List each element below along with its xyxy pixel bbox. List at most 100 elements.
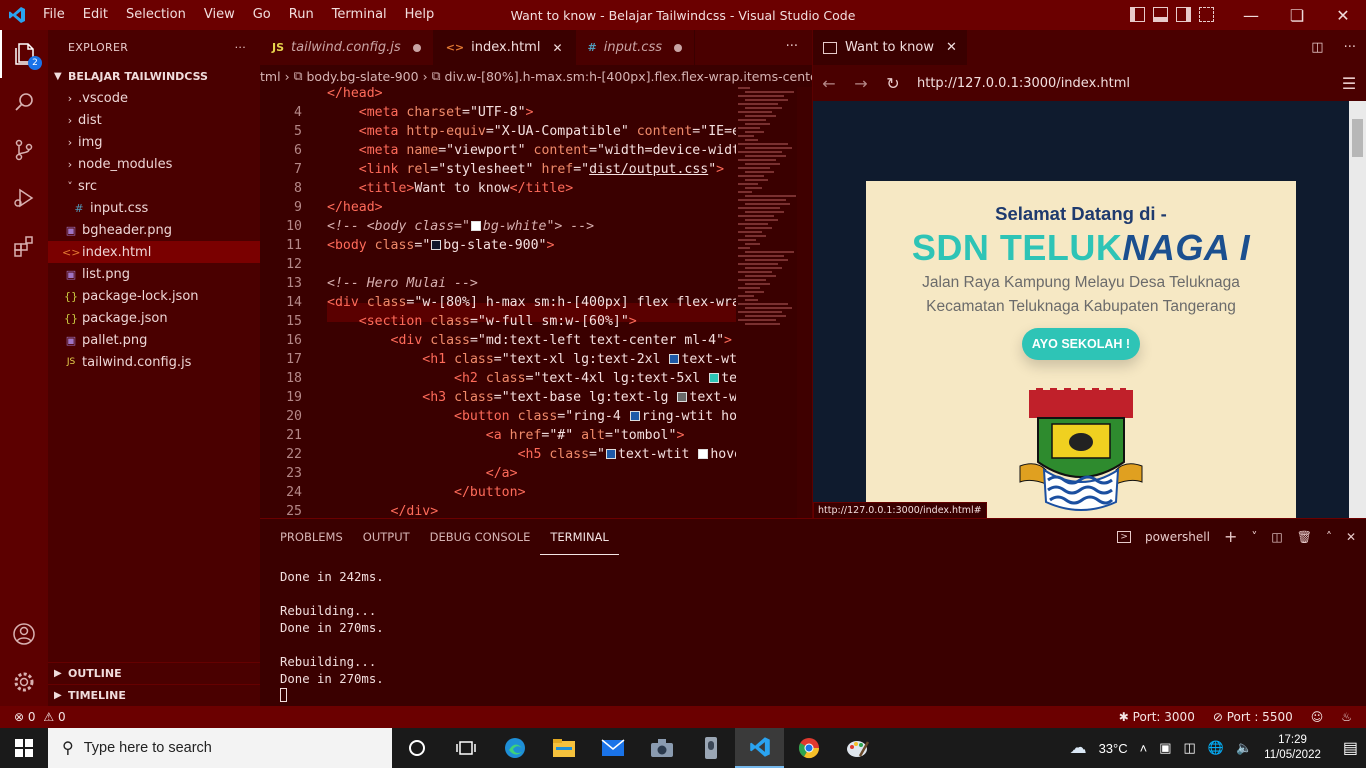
panel-tab[interactable]: OUTPUT — [353, 519, 420, 555]
voice-recorder-icon[interactable] — [686, 728, 735, 768]
timeline-section[interactable]: ▶ TIMELINE — [48, 684, 260, 706]
volume-icon[interactable]: 🔈 — [1236, 740, 1252, 756]
notification-center-icon[interactable]: ▤ — [1343, 738, 1358, 758]
close-icon[interactable]: ✕ — [946, 40, 957, 55]
menu-terminal[interactable]: Terminal — [323, 0, 396, 30]
tree-file[interactable]: # input.css — [48, 197, 260, 219]
vscode-taskbar-icon[interactable] — [735, 728, 784, 768]
explorer-more-icon[interactable]: ··· — [235, 41, 246, 54]
temperature[interactable]: 33°C — [1099, 741, 1128, 756]
task-view-icon[interactable] — [441, 728, 490, 768]
manage-gear-icon[interactable] — [0, 658, 48, 706]
kill-terminal-icon[interactable]: 🗑 — [1297, 530, 1312, 544]
page-scrollbar[interactable] — [1349, 101, 1366, 518]
unsaved-dot-icon[interactable] — [412, 43, 421, 52]
tree-file[interactable]: {} package.json — [48, 307, 260, 329]
menu-view[interactable]: View — [195, 0, 244, 30]
breadcrumb-item[interactable]: body.bg-slate-900 — [307, 69, 419, 84]
accounts-icon[interactable] — [0, 610, 48, 658]
new-terminal-icon[interactable]: + — [1224, 527, 1237, 546]
chevron-up-icon[interactable]: ˄ — [1140, 741, 1148, 756]
tree-folder[interactable]: › dist — [48, 109, 260, 131]
live-server-status[interactable]: ⊘ Port : 5500 — [1213, 710, 1293, 724]
chrome-icon[interactable] — [784, 728, 833, 768]
file-explorer-icon[interactable] — [539, 728, 588, 768]
tree-file[interactable]: {} package-lock.json — [48, 285, 260, 307]
explorer-icon[interactable]: 2 — [0, 30, 48, 78]
editor-tab[interactable]: <> index.html ✕ — [433, 30, 576, 65]
editor-more-icon[interactable]: ··· — [786, 39, 798, 54]
split-terminal-icon[interactable]: ◫ — [1271, 530, 1282, 544]
run-debug-icon[interactable] — [0, 174, 48, 222]
taskbar-search-box[interactable]: ⚲ Type here to search — [48, 728, 392, 768]
page-viewport[interactable]: Selamat Datang di - SDN TELUKNAGA I Jala… — [813, 101, 1350, 518]
editor-scrollbar[interactable] — [797, 87, 812, 518]
toggle-sidebar-icon[interactable] — [1130, 7, 1145, 22]
network-globe-icon[interactable]: 🌐 — [1208, 740, 1224, 756]
editor-tab[interactable]: JS tailwind.config.js — [260, 30, 434, 65]
back-arrow-icon[interactable]: ← — [813, 74, 845, 93]
editor-tab[interactable]: # input.css — [575, 30, 695, 65]
preview-tab[interactable]: Want to know ✕ — [813, 30, 967, 65]
panel-tab[interactable]: PROBLEMS — [270, 519, 353, 555]
code-editor[interactable]: 4567891011121314151617181920212223242526… — [260, 87, 736, 518]
unsaved-dot-icon[interactable] — [673, 43, 682, 52]
clock[interactable]: 17:29 11/05/2022 — [1264, 733, 1321, 763]
breadcrumb-item[interactable]: tml — [260, 69, 281, 84]
tree-folder[interactable]: ˅ src — [48, 175, 260, 197]
battery-icon[interactable]: ◫ — [1184, 740, 1196, 756]
url-input[interactable]: http://127.0.0.1:3000/index.html — [917, 76, 1130, 91]
breadcrumb-item[interactable]: div.w-[80%].h-max.sm:h-[400px].flex.flex… — [445, 69, 812, 84]
chevron-down-icon[interactable]: ˅ — [1251, 530, 1257, 544]
panel-tab[interactable]: DEBUG CONSOLE — [420, 519, 541, 555]
extensions-icon[interactable] — [0, 222, 48, 270]
tree-file[interactable]: <> index.html — [48, 241, 260, 263]
menu-go[interactable]: Go — [244, 0, 280, 30]
camera-icon[interactable] — [637, 728, 686, 768]
tree-file[interactable]: JS tailwind.config.js — [48, 351, 260, 373]
menu-run[interactable]: Run — [280, 0, 323, 30]
terminal-output[interactable]: Done in 242ms. Rebuilding... Done in 270ms… — [280, 569, 384, 705]
minimap[interactable] — [738, 87, 796, 518]
tree-folder[interactable]: › node_modules — [48, 153, 260, 175]
panel-tab[interactable]: TERMINAL — [540, 519, 619, 555]
restore-icon[interactable]: ❏ — [1274, 0, 1320, 30]
edge-browser-icon[interactable] — [490, 728, 539, 768]
tree-file[interactable]: ▣ list.png — [48, 263, 260, 285]
paint-app-icon[interactable] — [833, 728, 882, 768]
page-scroll-thumb[interactable] — [1352, 119, 1363, 157]
weather-cloud-icon[interactable]: ☁ — [1070, 738, 1087, 758]
toggle-panel-icon[interactable] — [1153, 7, 1168, 22]
shell-name[interactable]: powershell — [1145, 530, 1210, 544]
menu-icon[interactable]: ☰ — [1332, 74, 1366, 93]
windows-start-icon[interactable] — [0, 728, 48, 768]
customize-layout-icon[interactable] — [1199, 7, 1214, 22]
minimize-icon[interactable]: — — [1228, 0, 1274, 30]
mail-icon[interactable] — [588, 728, 637, 768]
menu-help[interactable]: Help — [396, 0, 444, 30]
cortana-icon[interactable] — [392, 728, 441, 768]
ayo-sekolah-button[interactable]: AYO SEKOLAH ! — [1021, 328, 1141, 360]
project-folder-header[interactable]: ▼ BELAJAR TAILWINDCSS — [48, 65, 260, 87]
close-window-icon[interactable]: ✕ — [1320, 0, 1366, 30]
forward-arrow-icon[interactable]: → — [845, 74, 877, 93]
close-icon[interactable]: ✕ — [552, 41, 562, 55]
outline-section[interactable]: ▶ OUTLINE — [48, 662, 260, 684]
source-control-icon[interactable] — [0, 126, 48, 174]
tree-file[interactable]: ▣ bgheader.png — [48, 219, 260, 241]
reload-icon[interactable]: ↻ — [877, 74, 909, 93]
menu-file[interactable]: File — [34, 0, 74, 30]
tree-folder[interactable]: › .vscode — [48, 87, 260, 109]
tree-file[interactable]: ▣ pallet.png — [48, 329, 260, 351]
tree-folder[interactable]: › img — [48, 131, 260, 153]
feedback-icon[interactable]: ☺ — [1311, 710, 1324, 724]
maximize-panel-icon[interactable]: ˄ — [1326, 530, 1332, 544]
close-panel-icon[interactable]: ✕ — [1346, 530, 1356, 544]
split-editor-icon[interactable]: ◫ — [1311, 40, 1323, 55]
notifications-bell-icon[interactable]: ♨ — [1341, 710, 1352, 724]
device-icon[interactable]: ▣ — [1159, 740, 1171, 756]
problems-status[interactable]: ⊗ 0 ⚠ 0 — [0, 710, 66, 724]
port-status[interactable]: ✱ Port: 3000 — [1119, 710, 1195, 724]
menu-selection[interactable]: Selection — [117, 0, 195, 30]
toggle-secondary-sidebar-icon[interactable] — [1176, 7, 1191, 22]
